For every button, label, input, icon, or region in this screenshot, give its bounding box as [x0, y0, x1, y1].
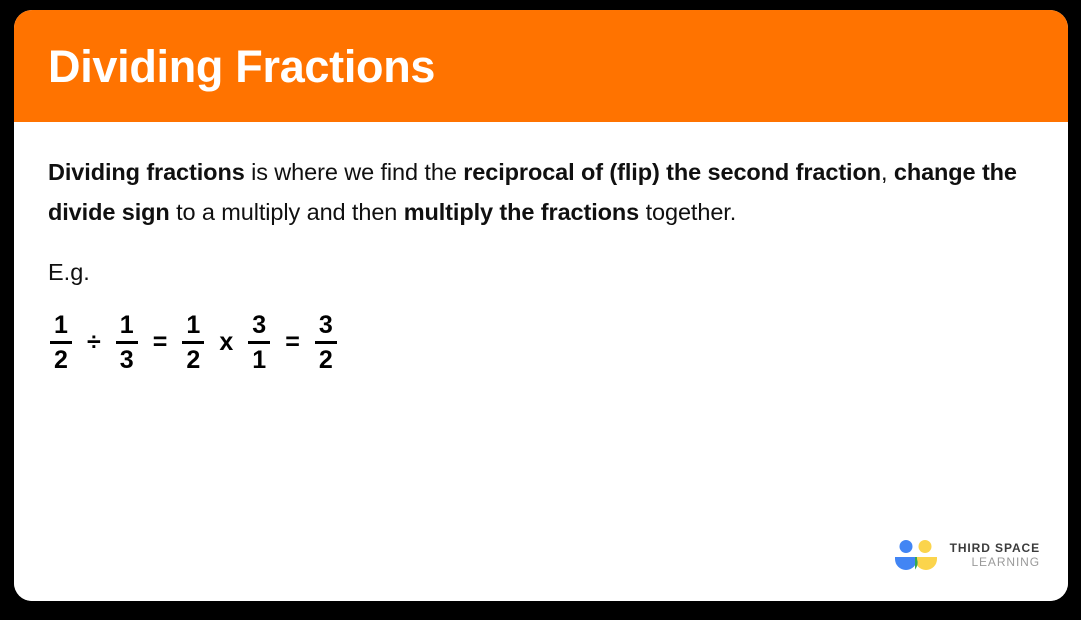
fraction-bar	[50, 340, 72, 344]
numerator: 1	[119, 310, 134, 339]
fraction-one-half-a: 1 2	[50, 312, 72, 373]
lead-segment-plain-1: is where we find the	[244, 159, 464, 185]
operator-divide: ÷	[87, 327, 101, 356]
operator-equals-2: =	[285, 327, 300, 356]
denominator: 2	[318, 345, 333, 374]
numerator: 3	[252, 310, 267, 339]
fraction-three-over-one: 3 1	[248, 310, 271, 374]
fraction-one-third: 1 3	[115, 310, 138, 374]
lesson-card: Dividing Fractions Dividing fractions is…	[14, 10, 1068, 601]
equation: 1 2 ÷ 1 3 = 1 2 x 3 1 = 3 2	[48, 300, 1034, 384]
third-space-learning-icon	[892, 539, 940, 573]
brand-logo: THIRD SPACE LEARNING	[892, 539, 1040, 573]
lead-segment-plain-2: ,	[880, 159, 894, 185]
page-background: Dividing Fractions Dividing fractions is…	[0, 0, 1081, 620]
lead-segment-bold-4: multiply the fractions	[403, 199, 640, 225]
fraction-bar	[248, 340, 271, 344]
lead-segment-bold-1: Dividing fractions	[48, 159, 245, 185]
logo-wordmark: THIRD SPACE LEARNING	[949, 541, 1040, 570]
logo-line-1: THIRD SPACE	[949, 541, 1040, 556]
fraction-three-halves: 3 2	[314, 310, 337, 374]
denominator: 3	[119, 345, 134, 374]
numerator: 1	[186, 310, 201, 339]
fraction-bar	[182, 340, 205, 344]
fraction-bar	[314, 340, 337, 344]
numerator: 3	[318, 310, 333, 339]
operator-multiply: x	[219, 327, 234, 356]
denominator: 1	[252, 345, 267, 374]
example-label: E.g.	[48, 259, 90, 285]
logo-line-2: LEARNING	[971, 555, 1040, 569]
numerator: 1	[54, 310, 68, 339]
fraction-bar	[115, 340, 138, 344]
page-title: Dividing Fractions	[48, 40, 436, 92]
lead-segment-bold-2: reciprocal of (flip) the second fraction	[463, 159, 881, 185]
card-header: Dividing Fractions	[14, 10, 1068, 122]
denominator: 2	[186, 345, 201, 374]
denominator: 2	[54, 345, 68, 374]
lead-segment-plain-3: to a multiply and then	[169, 199, 404, 225]
operator-equals-1: =	[152, 327, 168, 356]
card-body: Dividing fractions is where we find the …	[14, 122, 1068, 601]
lead-paragraph: Dividing fractions is where we find the …	[48, 152, 1034, 232]
fraction-one-half-b: 1 2	[182, 310, 205, 374]
lead-segment-plain-4: together.	[639, 199, 737, 225]
